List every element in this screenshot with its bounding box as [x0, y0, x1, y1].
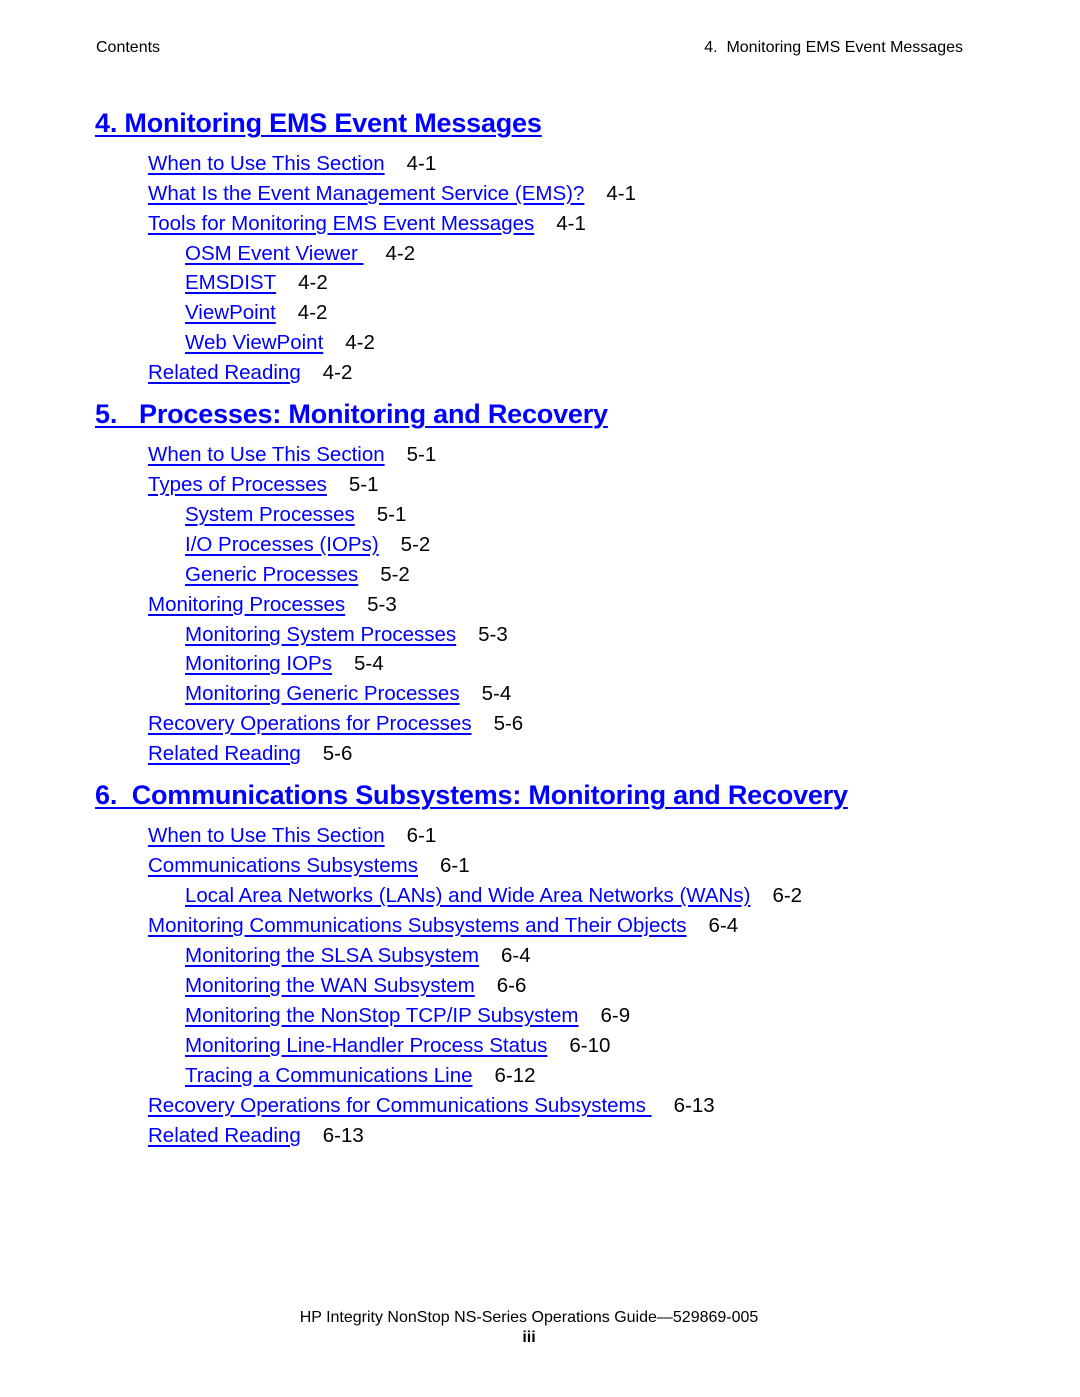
toc-entry: Monitoring Processes 5-3: [148, 593, 397, 617]
toc-link[interactable]: EMSDIST: [185, 271, 276, 294]
footer-document-title: HP Integrity NonStop NS-Series Operation…: [299, 1309, 759, 1326]
page-number: 6-2: [772, 884, 803, 907]
page-number: 4-2: [385, 242, 416, 265]
toc-entry: Related Reading 5-6: [148, 742, 352, 766]
toc-entry: Monitoring the WAN Subsystem 6-6: [185, 974, 526, 998]
page-number: 4-2: [322, 361, 353, 384]
toc-link[interactable]: Monitoring Processes: [148, 593, 345, 616]
toc-link[interactable]: Monitoring Line-Handler Process Status: [185, 1034, 547, 1057]
page-number: 6-13: [322, 1124, 364, 1147]
toc-entry: When to Use This Section 5-1: [148, 443, 436, 467]
footer-page-number: iii: [522, 1329, 536, 1346]
toc-entry: I/O Processes (IOPs) 5-2: [185, 533, 430, 557]
toc-link[interactable]: Generic Processes: [185, 563, 358, 586]
page-number: 4-2: [297, 301, 328, 324]
toc-link[interactable]: I/O Processes (IOPs): [185, 533, 379, 556]
toc-link[interactable]: Local Area Networks (LANs) and Wide Area…: [185, 884, 750, 907]
page-number: 6-1: [440, 854, 470, 877]
page-number: 6-4: [708, 914, 739, 937]
toc-entry: What Is the Event Management Service (EM…: [148, 182, 636, 206]
toc-entry: When to Use This Section 4-1: [148, 152, 436, 176]
toc-link[interactable]: Web ViewPoint: [185, 331, 323, 354]
toc-entry: Monitoring IOPs 5-4: [185, 652, 384, 676]
toc-entry: ViewPoint 4-2: [185, 301, 327, 325]
page-number: 5-1: [348, 473, 379, 496]
chapter-title-link[interactable]: 6. Communications Subsystems: Monitoring…: [95, 780, 848, 811]
toc-entry: Monitoring Line-Handler Process Status 6-…: [185, 1034, 610, 1058]
toc-link[interactable]: Related Reading: [148, 1124, 301, 1147]
page-number: 4-1: [606, 182, 637, 205]
toc-entry: When to Use This Section 6-1: [148, 824, 436, 848]
toc-entry: System Processes 5-1: [185, 503, 406, 527]
page-number: 4-1: [556, 212, 586, 235]
page-number: 5-4: [481, 682, 512, 705]
toc-entry: Tools for Monitoring EMS Event Messages 4…: [148, 212, 586, 236]
toc-entry: Local Area Networks (LANs) and Wide Area…: [185, 884, 802, 908]
page-number: 6-9: [600, 1004, 631, 1027]
toc-link[interactable]: Tracing a Communications Line: [185, 1064, 473, 1087]
toc-link[interactable]: When to Use This Section: [148, 152, 385, 175]
toc-entry: Monitoring the NonStop TCP/IP Subsystem 6…: [185, 1004, 630, 1028]
page-number: 5-2: [400, 533, 431, 556]
chapter-title-link[interactable]: 4. Monitoring EMS Event Messages: [95, 108, 542, 139]
page-number: 5-2: [380, 563, 410, 586]
toc-link[interactable]: Related Reading: [148, 742, 301, 765]
page-footer: HP Integrity NonStop NS-Series Operation…: [0, 1308, 1058, 1348]
toc-link[interactable]: Monitoring the WAN Subsystem: [185, 974, 475, 997]
page-number: 4-2: [345, 331, 375, 354]
page-number: 6-4: [501, 944, 531, 967]
toc-link[interactable]: Monitoring Generic Processes: [185, 682, 460, 705]
toc-entry: Monitoring the SLSA Subsystem 6-4: [185, 944, 531, 968]
toc-link[interactable]: What Is the Event Management Service (EM…: [148, 182, 584, 205]
toc-link[interactable]: Monitoring IOPs: [185, 652, 332, 675]
toc-link[interactable]: Monitoring the NonStop TCP/IP Subsystem: [185, 1004, 579, 1027]
toc-link[interactable]: When to Use This Section: [148, 824, 385, 847]
toc-entry: Generic Processes 5-2: [185, 563, 410, 587]
toc-link[interactable]: Communications Subsystems: [148, 854, 418, 877]
toc-entry: Web ViewPoint 4-2: [185, 331, 375, 355]
chapter-title-link[interactable]: 5. Processes: Monitoring and Recovery: [95, 399, 608, 430]
toc-entry: EMSDIST 4-2: [185, 271, 328, 295]
page-number: 6-1: [406, 824, 437, 847]
page-number: 6-13: [673, 1094, 715, 1117]
toc-entry: Monitoring System Processes 5-3: [185, 623, 508, 647]
page-number: 4-1: [406, 152, 437, 175]
running-header: Contents 4. Monitoring EMS Event Message…: [96, 39, 963, 59]
toc-entry: Types of Processes 5-1: [148, 473, 379, 497]
header-section-label: Contents: [96, 39, 161, 56]
header-chapter-title: 4. Monitoring EMS Event Messages: [704, 39, 963, 56]
page-number: 6-10: [569, 1034, 611, 1057]
toc-entry: Recovery Operations for Processes 5-6: [148, 712, 523, 736]
page-number: 5-1: [376, 503, 407, 526]
toc-entry: Tracing a Communications Line 6-12: [185, 1064, 536, 1088]
page-number: 5-3: [367, 593, 397, 616]
toc-link[interactable]: Recovery Operations for Processes: [148, 712, 472, 735]
toc-link[interactable]: Related Reading: [148, 361, 301, 384]
toc-link[interactable]: Types of Processes: [148, 473, 327, 496]
toc-entry: OSM Event Viewer 4-2: [185, 242, 415, 266]
page-number: 5-6: [493, 712, 524, 735]
toc-entry: Communications Subsystems 6-1: [148, 854, 470, 878]
toc-link[interactable]: Recovery Operations for Communications S…: [148, 1094, 652, 1117]
toc-link[interactable]: OSM Event Viewer: [185, 242, 364, 265]
toc-entry: Recovery Operations for Communications S…: [148, 1094, 715, 1118]
toc-link[interactable]: Monitoring Communications Subsystems and…: [148, 914, 687, 937]
toc-link[interactable]: System Processes: [185, 503, 355, 526]
toc-link[interactable]: When to Use This Section: [148, 443, 385, 466]
toc-entry: Related Reading 4-2: [148, 361, 352, 385]
page-number: 5-1: [406, 443, 437, 466]
page-number: 5-6: [322, 742, 353, 765]
toc-entry: Related Reading 6-13: [148, 1124, 364, 1148]
page-number: 5-4: [353, 652, 384, 675]
toc-link[interactable]: ViewPoint: [185, 301, 276, 324]
toc-link[interactable]: Monitoring System Processes: [185, 623, 456, 646]
page-number: 6-12: [494, 1064, 536, 1087]
page-number: 5-3: [478, 623, 508, 646]
toc-entry: Monitoring Communications Subsystems and…: [148, 914, 738, 938]
page-number: 6-6: [496, 974, 527, 997]
page-number: 4-2: [298, 271, 328, 294]
toc-entry: Monitoring Generic Processes 5-4: [185, 682, 511, 706]
toc-link[interactable]: Tools for Monitoring EMS Event Messages: [148, 212, 534, 235]
toc-link[interactable]: Monitoring the SLSA Subsystem: [185, 944, 479, 967]
